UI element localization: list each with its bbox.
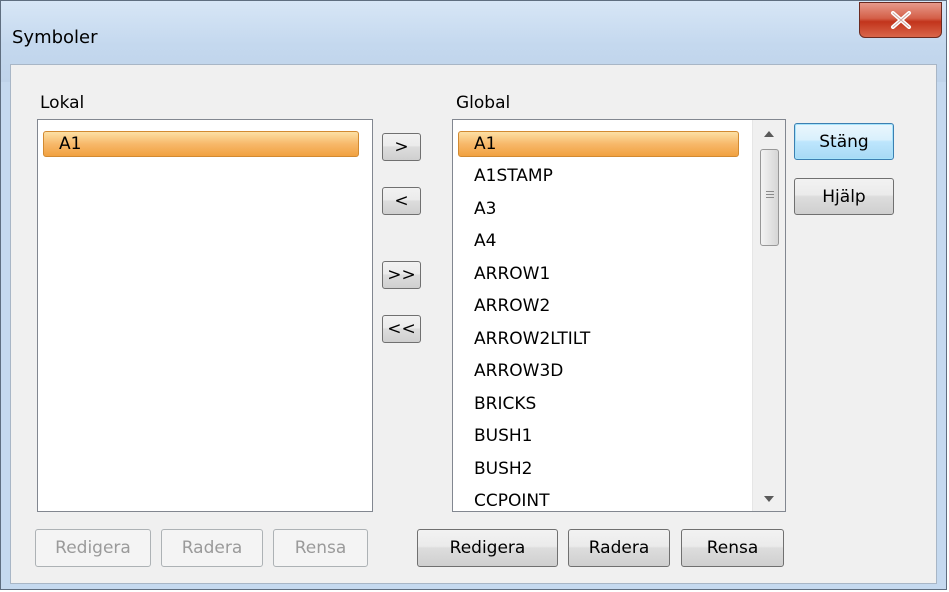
global-list-item[interactable]: A3 [458, 196, 496, 222]
close-button[interactable]: Stäng [794, 123, 894, 160]
move-all-to-global-button[interactable]: >> [382, 261, 421, 289]
global-label: Global [456, 93, 511, 113]
window-title: Symboler [12, 27, 98, 48]
move-all-to-local-button[interactable]: << [382, 315, 421, 343]
global-listbox[interactable]: A1 A1STAMP A3 A4 ARROW1 ARROW2 ARROW2LTI… [452, 119, 786, 512]
local-delete-button[interactable]: Radera [161, 529, 263, 567]
close-window-button[interactable] [859, 2, 942, 38]
global-list-item[interactable]: ARROW1 [458, 261, 550, 287]
local-listbox[interactable]: A1 [37, 119, 373, 512]
global-list-item[interactable]: BUSH1 [458, 423, 533, 449]
global-list-item[interactable]: A1STAMP [458, 163, 553, 189]
global-list-item[interactable]: ARROW2 [458, 293, 550, 319]
scroll-down-button[interactable] [753, 487, 785, 511]
global-list-scrollbar[interactable] [752, 120, 785, 511]
scroll-thumb[interactable] [760, 149, 779, 246]
close-icon [891, 11, 911, 29]
symbols-dialog: Symboler Lokal A1 > < >> << Global A1 A1… [0, 0, 947, 590]
global-list-item[interactable]: BUSH2 [458, 456, 533, 482]
move-to-local-button[interactable]: < [382, 187, 421, 215]
global-edit-button[interactable]: Redigera [417, 529, 558, 567]
global-list-item[interactable]: A4 [458, 228, 496, 254]
scroll-up-button[interactable] [753, 122, 785, 146]
global-list-item[interactable]: CCPOINT [458, 488, 550, 511]
thumb-grip-line [766, 197, 774, 198]
local-list-item[interactable]: A1 [43, 131, 359, 157]
scroll-up-arrow-icon [764, 131, 774, 137]
move-to-global-button[interactable]: > [382, 133, 421, 161]
help-button[interactable]: Hjälp [794, 178, 894, 215]
global-list-item[interactable]: ARROW3D [458, 358, 563, 384]
global-list-item[interactable]: BRICKS [458, 391, 536, 417]
thumb-grip-line [766, 191, 774, 192]
local-label: Lokal [40, 93, 85, 113]
global-delete-button[interactable]: Radera [568, 529, 670, 567]
local-clear-button[interactable]: Rensa [273, 529, 368, 567]
local-edit-button[interactable]: Redigera [35, 529, 151, 567]
global-clear-button[interactable]: Rensa [681, 529, 784, 567]
dialog-client-area: Lokal A1 > < >> << Global A1 A1STAMP A3 … [10, 64, 937, 584]
global-list-item[interactable]: A1 [458, 131, 739, 157]
thumb-grip-line [766, 194, 774, 195]
global-list-item[interactable]: ARROW2LTILT [458, 326, 590, 352]
scroll-down-arrow-icon [764, 496, 774, 502]
